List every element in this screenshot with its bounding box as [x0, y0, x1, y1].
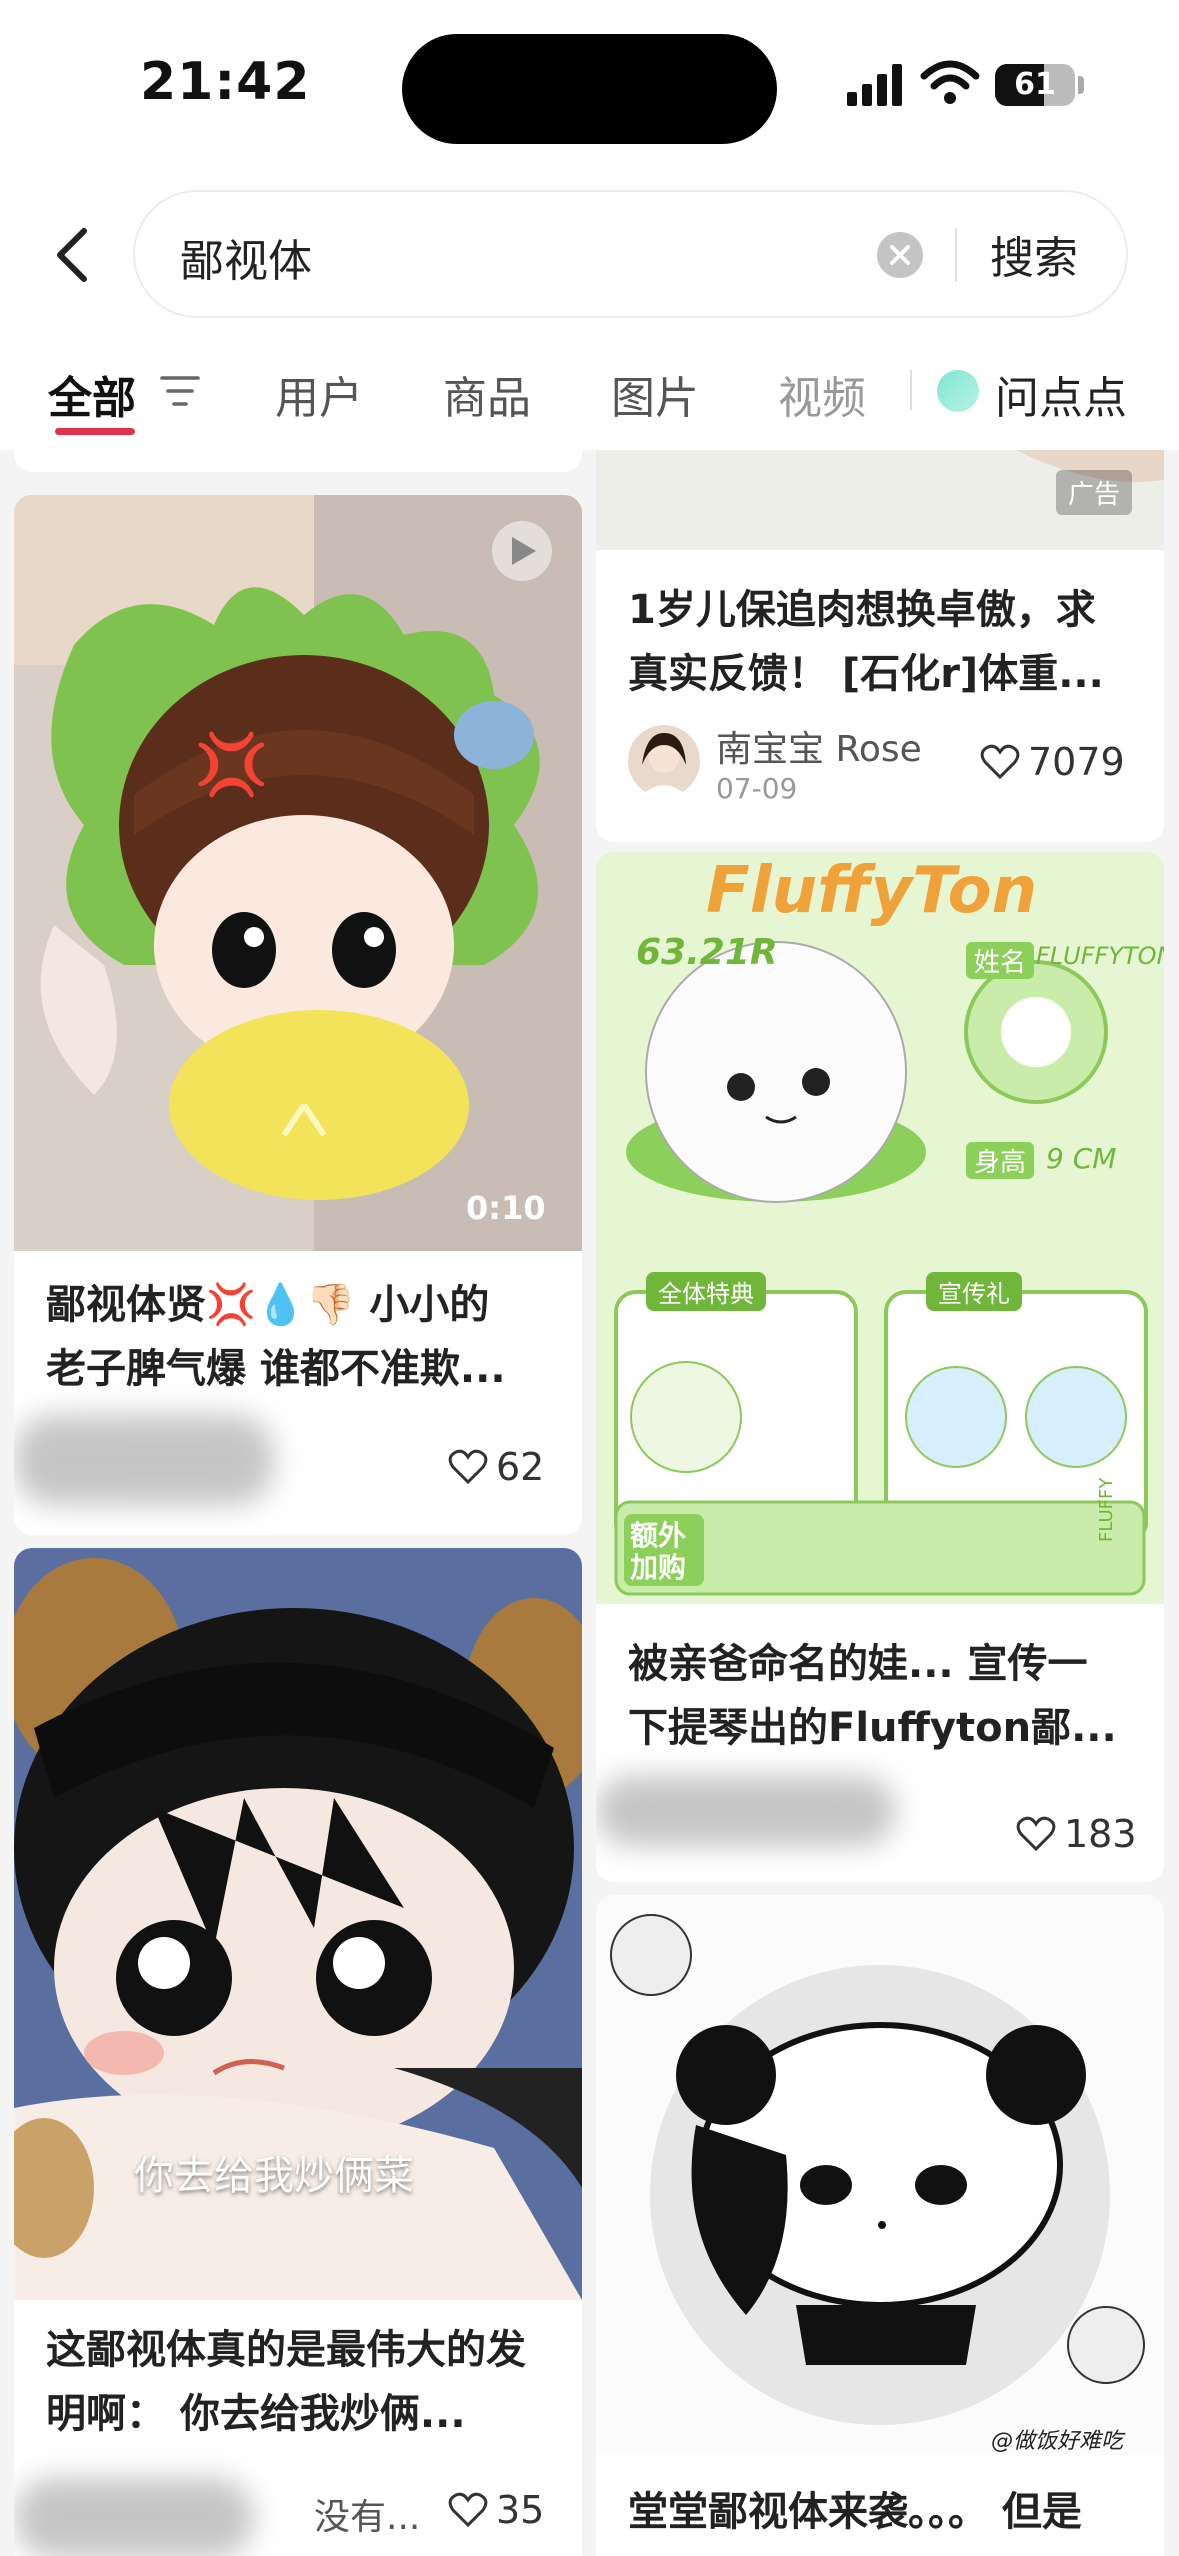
poster-title: FluffyTon — [706, 854, 1038, 928]
card-image-plush-angry[interactable]: 💢 — [14, 495, 582, 1251]
heart-icon[interactable] — [448, 1449, 488, 1485]
poster-name-label: 姓名 — [966, 942, 1035, 979]
battery-tip — [1078, 76, 1084, 94]
feed-card[interactable]: @做饭好难吃 堂堂鄙视体来袭。。。 但是 — [596, 1895, 1164, 2556]
poster-extra-purchase: 额外加购 — [630, 1519, 687, 1584]
blurred-author — [14, 2478, 254, 2556]
clear-icon[interactable] — [877, 232, 923, 278]
card-title-line1[interactable]: 这鄙视体真的是最伟大的发 — [46, 2318, 526, 2382]
blurred-author — [596, 1776, 896, 1846]
feed-card-ad[interactable]: 广告 1岁儿保追肉想换卓傲，求 真实反馈！ [石化r]体重... 南宝宝 Ros… — [596, 450, 1164, 842]
feed-card[interactable]: FluffyTon 63.21R 姓名 FLUFFYTON 身高 9 CM 全体… — [596, 852, 1164, 1882]
heart-icon[interactable] — [1016, 1816, 1056, 1852]
heart-icon[interactable] — [980, 744, 1020, 780]
like-count-value: 7079 — [1028, 740, 1125, 784]
like-count[interactable]: 183 — [1016, 1812, 1137, 1856]
tab-all[interactable]: 全部 — [48, 362, 136, 426]
back-arrow-icon[interactable] — [48, 225, 98, 285]
like-count[interactable]: 62 — [448, 1445, 544, 1489]
video-duration: 0:10 — [466, 1189, 546, 1227]
battery-icon: 61 — [995, 64, 1075, 106]
card-title-line1[interactable]: 被亲爸命名的娃... 宣传一 — [628, 1632, 1088, 1696]
like-count-value: 35 — [496, 2488, 545, 2532]
image-watermark: @做饭好难吃 — [991, 2429, 1124, 2454]
active-tab-indicator — [55, 428, 135, 435]
author-snippet: 没有... — [314, 2497, 421, 2538]
search-divider — [955, 228, 957, 282]
dynamic-island — [402, 34, 777, 144]
search-query[interactable]: 鄙视体 — [180, 225, 312, 289]
tab-ask[interactable]: 问点点 — [995, 362, 1127, 426]
card-title-line2[interactable]: 老子脾气爆 谁都不准欺... — [46, 1337, 506, 1401]
card-title-line2[interactable]: 明啊： 你去给我炒俩... — [46, 2382, 466, 2446]
poster-height: 9 CM — [1046, 1142, 1117, 1175]
svg-text:💢: 💢 — [194, 730, 269, 800]
poster-side-label: FLUFFY — [1096, 1477, 1117, 1542]
ad-badge: 广告 — [1056, 470, 1133, 515]
author-name[interactable]: 南宝宝 Rose — [716, 720, 922, 772]
post-date: 07-09 — [716, 772, 798, 805]
poster-price: 63.21R — [636, 932, 778, 973]
like-count[interactable]: 7079 — [980, 740, 1125, 784]
card-title-line2[interactable]: 真实反馈！ [石化r]体重... — [628, 642, 1104, 706]
like-count-value: 62 — [496, 1445, 545, 1489]
heart-icon[interactable] — [448, 2492, 488, 2528]
poster-section-bonus: 全体特典 — [646, 1272, 766, 1311]
battery-level: 61 — [1014, 67, 1056, 102]
poster-section-gift: 宣传礼 — [926, 1272, 1022, 1311]
tab-videos[interactable]: 视频 — [778, 362, 866, 426]
tab-users[interactable]: 用户 — [275, 362, 363, 426]
cellular-signal-icon — [847, 64, 902, 106]
tab-products[interactable]: 商品 — [443, 362, 531, 426]
card-title-line2[interactable]: 下提琴出的Fluffyton鄙... — [628, 1696, 1117, 1760]
like-count-value: 183 — [1064, 1812, 1137, 1856]
blurred-author — [14, 1415, 274, 1505]
clock: 21:42 — [140, 52, 311, 112]
image-caption-overlay: 你去给我炒俩菜 — [134, 2153, 414, 2199]
card-partial-top-left — [14, 450, 582, 472]
poster-name: FLUFFYTON — [1036, 942, 1164, 970]
card-title-line1[interactable]: 1岁儿保追肉想换卓傲，求 — [628, 578, 1096, 642]
filter-icon[interactable] — [160, 374, 200, 408]
like-count[interactable]: 35 — [448, 2488, 544, 2532]
ai-assistant-icon[interactable] — [937, 370, 979, 412]
search-button[interactable]: 搜索 — [990, 222, 1078, 286]
avatar[interactable] — [628, 725, 700, 797]
feed-card[interactable]: 你去给我炒俩菜 这鄙视体真的是最伟大的发 明啊： 你去给我炒俩... 没有...… — [14, 1548, 582, 2556]
poster-height-label: 身高 — [966, 1142, 1035, 1179]
card-title-line1[interactable]: 鄙视体贤💢💧👎🏻 小小的 — [46, 1273, 489, 1337]
card-image-panda-meme[interactable] — [596, 1895, 1164, 2455]
wifi-icon — [920, 60, 980, 104]
tab-images[interactable]: 图片 — [611, 362, 699, 426]
card-title-line1[interactable]: 堂堂鄙视体来袭。。。 但是 — [628, 2480, 1082, 2544]
tab-divider — [910, 370, 912, 410]
feed-card[interactable]: 💢 0:10 鄙视体贤💢💧👎🏻 小小的 老子脾气爆 谁都不准欺... 62 — [14, 495, 582, 1535]
